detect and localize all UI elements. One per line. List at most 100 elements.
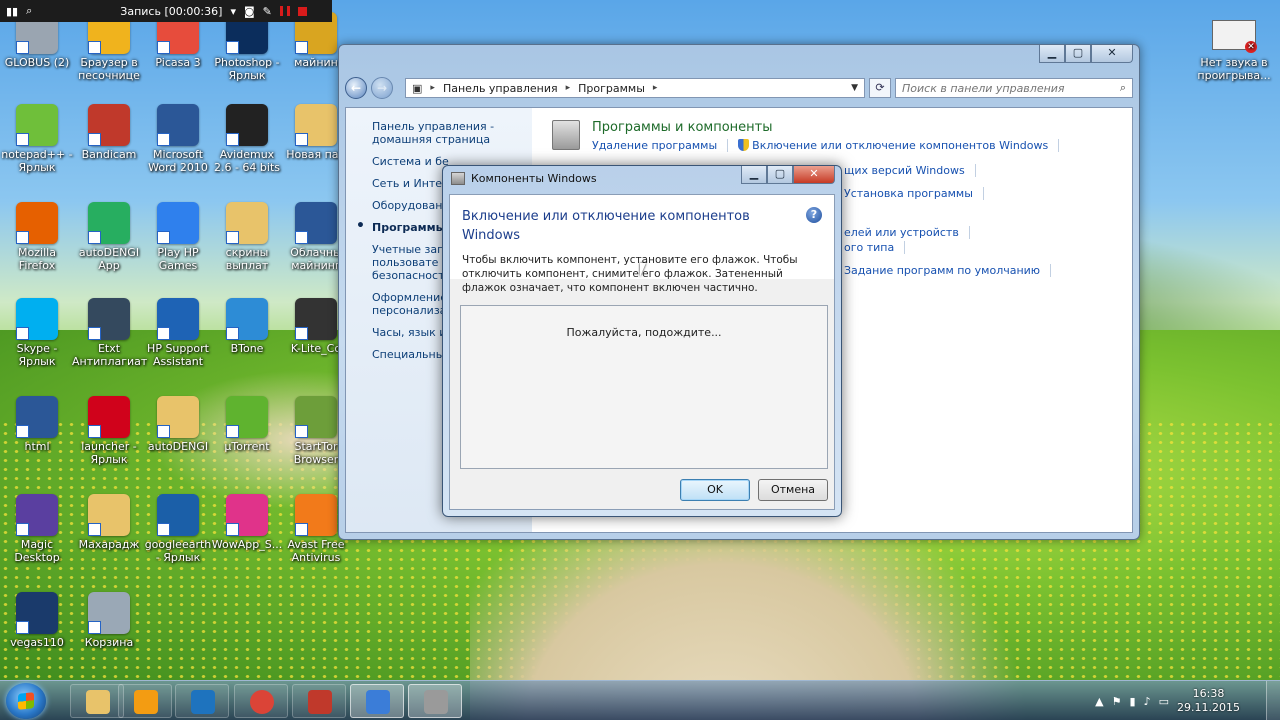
minimize-button[interactable]: ▁ — [741, 166, 767, 184]
mouse-cursor-icon — [640, 263, 646, 277]
file-type-link[interactable]: ого типа — [844, 241, 906, 254]
desktop-icon[interactable]: µTorrent — [210, 396, 284, 453]
forward-button[interactable]: → — [371, 77, 393, 99]
app-icon — [16, 592, 58, 634]
taskbar-button-media-player[interactable] — [118, 684, 172, 718]
desktop-icon[interactable]: Mozilla Firefox — [0, 202, 74, 272]
desktop-icon[interactable]: autoDENGI — [141, 396, 215, 453]
window-controls: ▁ ▢ ✕ — [1039, 45, 1133, 63]
taskbar-button-internet-explorer[interactable] — [175, 684, 229, 718]
desktop-icon[interactable]: googleearth - Ярлык — [141, 494, 215, 564]
desktop-icon[interactable]: Microsoft Word 2010 — [141, 104, 215, 174]
camera-icon[interactable]: ◙ — [244, 5, 255, 18]
desktop-icon[interactable]: Корзина — [72, 592, 146, 649]
desktop-icon[interactable]: Bandicam — [72, 104, 146, 161]
features-list[interactable]: Пожалуйста, подождите... — [460, 305, 828, 469]
desktop-icon[interactable]: Браузер в песочнице — [72, 12, 146, 82]
install-program-link[interactable]: Установка программы — [844, 187, 984, 200]
desktop-icon[interactable]: BTone — [210, 298, 284, 355]
section-title[interactable]: Программы и компоненты — [592, 120, 1059, 135]
show-hidden-icons-icon[interactable]: ▲ — [1095, 695, 1103, 708]
show-desktop-button[interactable] — [1266, 681, 1280, 720]
desktop-icon[interactable]: Skype - Ярлык — [0, 298, 74, 368]
devices-link[interactable]: елей или устройств — [844, 226, 970, 239]
battery-icon[interactable]: ▭ — [1159, 695, 1169, 708]
volume-icon[interactable]: ♪ — [1144, 695, 1151, 708]
desktop-icon[interactable]: WowApp_S... — [210, 494, 284, 551]
close-button[interactable]: ✕ — [1091, 45, 1133, 63]
windows-features-link[interactable]: Включение или отключение компонентов Win… — [738, 139, 1060, 152]
pen-icon[interactable]: ✎ — [263, 5, 272, 18]
internet-explorer-icon — [191, 690, 215, 714]
desktop-icon-label: Браузер в песочнице — [78, 56, 140, 82]
pause-recording-icon[interactable] — [279, 6, 290, 16]
desktop-icon[interactable]: скрины выплат — [210, 202, 284, 272]
desktop-icon[interactable]: Avidemux 2.6 - 64 bits — [210, 104, 284, 174]
zoom-icon[interactable]: ⌕ — [26, 4, 32, 18]
taskbar-button-control-panel[interactable] — [350, 684, 404, 718]
recording-status: Запись [00:00:36] — [120, 4, 223, 18]
taskbar-button-chrome[interactable] — [234, 684, 288, 718]
network-icon[interactable]: ▮ — [1130, 695, 1136, 708]
desktop-icon-label: Махарадж — [78, 538, 140, 551]
breadcrumb-programs[interactable]: Программы — [578, 82, 645, 95]
security-alert-icon[interactable]: ⚑ — [1112, 695, 1122, 708]
chevron-down-icon[interactable]: ▼ — [851, 83, 858, 93]
recording-toolbar: ▮▮ ⌕ Запись [00:00:36] ▾ ◙ ✎ — [0, 0, 332, 22]
address-bar[interactable]: ▣ ▸ Панель управления ▸ Программы ▸ ▼ — [405, 78, 865, 98]
pause-icon[interactable]: ▮▮ — [6, 5, 18, 18]
help-icon[interactable]: ? — [806, 207, 822, 223]
desktop-icon[interactable]: Magic Desktop — [0, 494, 74, 564]
app-icon — [226, 396, 268, 438]
app-icon — [157, 298, 199, 340]
desktop-icon-no-sound[interactable]: Нет звука в проигрыва... — [1196, 20, 1272, 82]
desktop-icon-label: майнин — [294, 56, 338, 69]
ok-button[interactable]: OK — [680, 479, 750, 501]
desktop-icon[interactable]: vegas110 — [0, 592, 74, 649]
dropdown-icon[interactable]: ▾ — [230, 5, 236, 18]
desktop-icon-label: Skype - Ярлык — [16, 342, 58, 368]
search-input[interactable] — [902, 81, 1120, 95]
stop-recording-icon[interactable] — [297, 6, 307, 16]
close-button[interactable]: ✕ — [793, 166, 835, 184]
desktop-icon[interactable]: Махарадж — [72, 494, 146, 551]
desktop-icon[interactable]: autoDENGI App — [72, 202, 146, 272]
links-row-3: елей или устройств — [844, 226, 1112, 239]
desktop-icon[interactable]: Photoshop - Ярлык — [210, 12, 284, 82]
desktop-icon[interactable]: Etxt Антиплагиат — [72, 298, 147, 368]
section-links: Удаление программы Включение или отключе… — [592, 139, 1060, 152]
desktop-icon[interactable]: launcher - Ярлык — [72, 396, 146, 466]
desktop-icon[interactable]: HP Support Assistant — [141, 298, 215, 368]
cancel-button[interactable]: Отмена — [758, 479, 828, 501]
back-button[interactable]: ← — [345, 77, 367, 99]
desktop-icon[interactable]: html — [0, 396, 74, 453]
desktop-icon-label: µTorrent — [224, 440, 270, 453]
refresh-button[interactable]: ⟳ — [869, 78, 891, 98]
nav-item[interactable]: Панель управления - домашняя страница — [372, 120, 522, 146]
maximize-button[interactable]: ▢ — [767, 166, 793, 184]
desktop-icon-label: Нет звука в проигрыва... — [1197, 56, 1271, 82]
minimize-button[interactable]: ▁ — [1039, 45, 1065, 63]
app-icon — [88, 494, 130, 536]
desktop-icon[interactable]: notepad++ - Ярлык — [0, 104, 74, 174]
installed-versions-link[interactable]: щих версий Windows — [844, 164, 976, 177]
maximize-button[interactable]: ▢ — [1065, 45, 1091, 63]
desktop-icon-label: html — [24, 440, 50, 453]
app-icon — [295, 396, 337, 438]
search-icon[interactable]: ⌕ — [1120, 81, 1126, 95]
clock[interactable]: 16:38 29.11.2015 — [1177, 687, 1240, 715]
breadcrumb-control-panel[interactable]: Панель управления — [443, 82, 558, 95]
desktop-icon-label: StartTor Browser — [293, 440, 339, 466]
taskbar-button-explorer[interactable] — [70, 684, 124, 718]
uninstall-program-link[interactable]: Удаление программы — [592, 139, 729, 152]
desktop-icon[interactable]: Play HP Games — [141, 202, 215, 272]
desktop-icon-label: Magic Desktop — [14, 538, 60, 564]
taskbar-button-windows-features[interactable] — [408, 684, 462, 718]
app-icon — [16, 396, 58, 438]
taskbar-button-bandicam[interactable] — [292, 684, 346, 718]
app-icon — [88, 592, 130, 634]
chevron-right-icon: ▸ — [565, 83, 571, 93]
default-programs-link[interactable]: Задание программ по умолчанию — [844, 264, 1052, 277]
start-button[interactable] — [6, 683, 46, 719]
desktop-icon-label: Корзина — [84, 636, 134, 649]
